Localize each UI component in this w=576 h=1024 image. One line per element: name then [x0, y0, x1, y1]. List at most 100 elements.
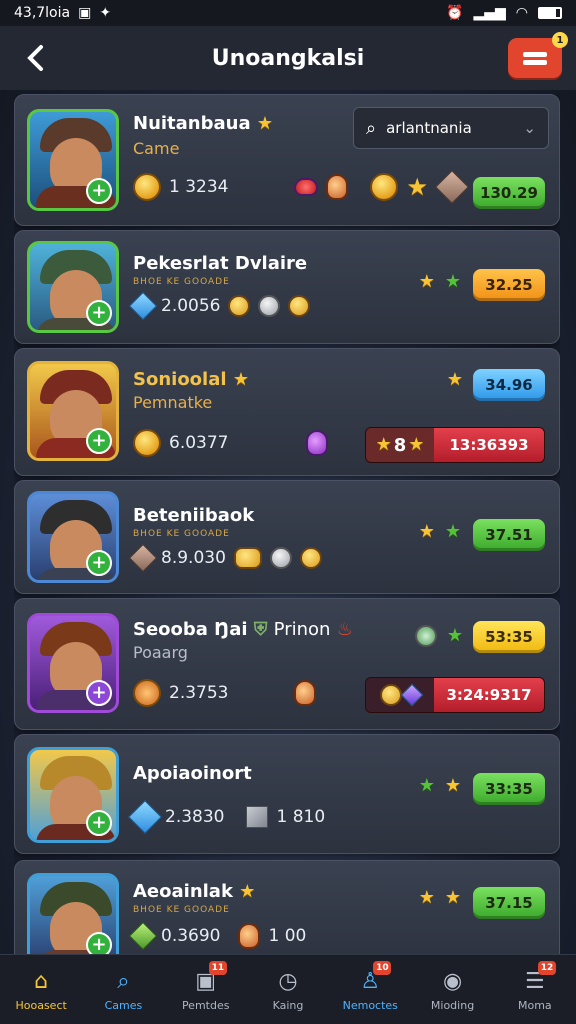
- game-subtitle: Pemnatke: [133, 393, 213, 412]
- nav-moma[interactable]: ☰ Moma 12: [494, 955, 576, 1024]
- currency-amount-2: 1 810: [276, 807, 326, 827]
- add-icon[interactable]: +: [86, 932, 112, 954]
- star-icon: ★: [444, 887, 461, 908]
- signal-icon: ▂▄▆: [473, 5, 506, 21]
- game-subtitle: Poaarg: [133, 643, 188, 662]
- potion-icon: [238, 923, 261, 949]
- nav-home[interactable]: ⌂ Hooasect: [0, 955, 82, 1024]
- image-icon: ▣: [78, 5, 92, 21]
- game-name: Beteniibaok: [133, 505, 255, 526]
- blue-gem-icon: [128, 800, 162, 834]
- currency-row: 1 3234 ★ ★: [133, 170, 488, 204]
- nav-mioding[interactable]: ◉ Mioding: [411, 955, 493, 1024]
- rating-stars: ★ ★: [419, 889, 461, 907]
- gold-coin-icon: [288, 295, 311, 317]
- price-button[interactable]: 37.15: [473, 887, 545, 919]
- game-tagline: BHOE KE GOOADE: [133, 277, 230, 287]
- price-button[interactable]: 37.51: [473, 519, 545, 551]
- brown-gem-icon: [128, 543, 158, 573]
- game-name: Apoiaoinort: [133, 763, 252, 784]
- nav-badge: 12: [537, 961, 556, 975]
- currency-row: 2.3830 1 810: [128, 800, 326, 834]
- status-time: 43,7loia: [14, 5, 71, 21]
- add-icon[interactable]: +: [86, 178, 112, 204]
- price-button[interactable]: 130.29: [473, 177, 545, 209]
- star-icon: ★: [418, 271, 435, 292]
- filter-dropdown[interactable]: ⌕ arlantnania ⌄: [353, 107, 549, 149]
- reward-value: 13:36393: [434, 428, 544, 462]
- currency-amount: 6.0377: [169, 433, 229, 453]
- star-icon: ★: [444, 521, 461, 542]
- gear-icon: [380, 684, 402, 706]
- nav-kaing[interactable]: ◷ Kaing: [247, 955, 329, 1024]
- top-bar: Unoangkalsi 1: [0, 26, 576, 90]
- game-card[interactable]: + Aeoainlak ★ BHOE KE GOOADE 0.3690 1 00…: [14, 860, 560, 954]
- star-icon: ★: [418, 521, 435, 542]
- gold-coin-icon: [370, 173, 399, 201]
- gray-gem-icon: [246, 806, 269, 828]
- rating-stars: ★: [447, 371, 463, 389]
- game-tagline: BHOE KE GOOADE: [133, 905, 230, 915]
- add-icon[interactable]: +: [86, 428, 112, 454]
- back-arrow-icon[interactable]: [18, 40, 54, 76]
- add-icon[interactable]: +: [86, 810, 112, 836]
- crossed-swords-icon: [435, 170, 469, 204]
- price-button[interactable]: 53:35: [473, 621, 545, 653]
- game-card[interactable]: + Pekesrlat Dvlaire BHOE KE GOOADE 2.005…: [14, 230, 560, 344]
- currency-amount: 2.3830: [165, 807, 225, 827]
- game-card[interactable]: + Seooba Ŋai ⛨ Prinon ♨ Poaarg 2.3753 ★ …: [14, 598, 560, 730]
- add-icon[interactable]: +: [86, 550, 112, 576]
- nav-nemoctes[interactable]: ♙ Nemoctes 10: [329, 955, 411, 1024]
- add-icon[interactable]: +: [86, 680, 112, 706]
- potion-icon: [294, 680, 317, 706]
- game-avatar: +: [27, 109, 119, 211]
- rating-stars: ★ ★: [419, 777, 461, 795]
- currency-amount: 8.9.030: [161, 548, 226, 568]
- nav-pemtdes[interactable]: ▣ Pemtdes 11: [165, 955, 247, 1024]
- blue-gem-icon: [128, 291, 158, 321]
- green-gem-icon: [128, 921, 158, 951]
- game-name: Seooba Ŋai ⛨ Prinon ♨: [133, 619, 353, 640]
- reward-value: 3:24:9317: [434, 678, 544, 712]
- shield-icon: ⛨: [253, 619, 268, 640]
- wifi-icon: ◠: [515, 5, 528, 21]
- star-icon: ★: [444, 775, 461, 796]
- menu-button[interactable]: 1: [508, 32, 568, 78]
- game-card[interactable]: + Nuitanbaua ★ Came ⌕ arlantnania ⌄ 1 32…: [14, 94, 560, 226]
- price-button[interactable]: 32.25: [473, 269, 545, 301]
- currency-amount: 2.3753: [169, 683, 229, 703]
- gold-coin-icon: [133, 429, 161, 457]
- currency-amount: 0.3690: [161, 926, 221, 946]
- currency-amount: 1 3234: [169, 177, 229, 197]
- nav-badge: 10: [373, 961, 392, 975]
- rating-stars: ★ ★: [419, 523, 461, 541]
- silver-coin-icon: [258, 295, 281, 317]
- rating-stars: ★ ★: [419, 273, 461, 291]
- game-card[interactable]: + Apoiaoinort 2.3830 1 810 ★ ★ 33:35: [14, 734, 560, 854]
- nav-badge: 11: [208, 961, 227, 975]
- star-icon: ★: [418, 775, 435, 796]
- rating-stars: ★: [414, 625, 463, 647]
- game-name: Pekesrlat Dvlaire: [133, 253, 308, 274]
- chevron-down-icon: ⌄: [523, 119, 536, 137]
- clock-icon: ◷: [278, 968, 298, 994]
- game-card[interactable]: + Beteniibaok BHOE KE GOOADE 8.9.030 ★ ★ …: [14, 480, 560, 594]
- game-card[interactable]: + Sonioolal ★ Pemnatke 6.0377 ★ 34.96 ★ 8…: [14, 348, 560, 476]
- silver-coin-icon: [269, 547, 292, 569]
- price-button[interactable]: 34.96: [473, 369, 545, 401]
- game-tagline: BHOE KE GOOADE: [133, 529, 230, 539]
- star-icon: ★: [232, 369, 249, 390]
- status-bar: 43,7loia ▣ ✦ ⏰ ▂▄▆ ◠: [0, 0, 576, 26]
- star-icon: ★: [418, 887, 435, 908]
- dropdown-value: arlantnania: [386, 119, 472, 137]
- bottom-nav: ⌂ Hooasect ⌕ Cames ▣ Pemtdes 11 ◷ Kaing …: [0, 954, 576, 1024]
- potion-icon: [326, 174, 349, 200]
- price-button[interactable]: 33:35: [473, 773, 545, 805]
- nav-games[interactable]: ⌕ Cames: [82, 955, 164, 1024]
- currency-row: 2.3753: [133, 679, 317, 707]
- add-icon[interactable]: +: [86, 300, 112, 326]
- star-icon: ★: [256, 113, 274, 134]
- rotate-icon: ✦: [99, 5, 112, 21]
- game-name: Sonioolal ★: [133, 369, 249, 390]
- game-avatar: +: [27, 241, 119, 333]
